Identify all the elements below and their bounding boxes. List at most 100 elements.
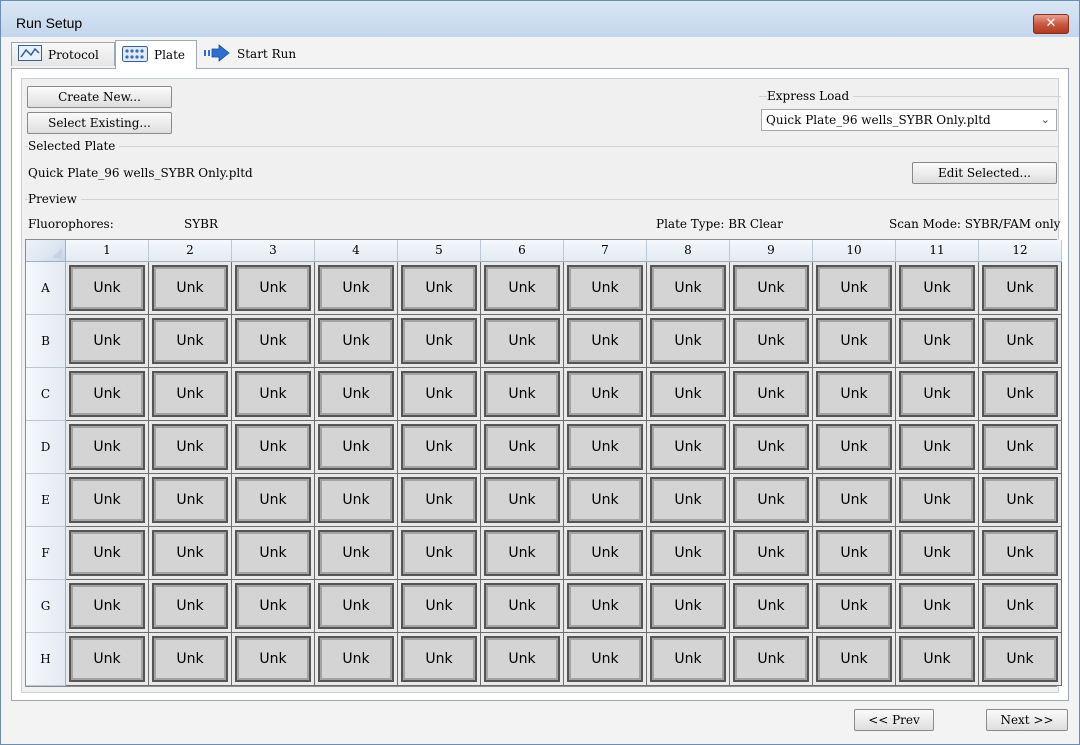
well-F4[interactable]: Unk xyxy=(315,527,398,580)
well-A8[interactable]: Unk xyxy=(647,262,730,315)
well-H4[interactable]: Unk xyxy=(315,633,398,686)
well-H10[interactable]: Unk xyxy=(813,633,896,686)
well-D1[interactable]: Unk xyxy=(66,421,149,474)
well-E6[interactable]: Unk xyxy=(481,474,564,527)
well-G10[interactable]: Unk xyxy=(813,580,896,633)
well-A2[interactable]: Unk xyxy=(149,262,232,315)
column-header-8[interactable]: 8 xyxy=(647,240,730,262)
column-header-7[interactable]: 7 xyxy=(564,240,647,262)
well-B6[interactable]: Unk xyxy=(481,315,564,368)
well-E2[interactable]: Unk xyxy=(149,474,232,527)
well-G3[interactable]: Unk xyxy=(232,580,315,633)
well-C12[interactable]: Unk xyxy=(979,368,1062,421)
well-E3[interactable]: Unk xyxy=(232,474,315,527)
well-F6[interactable]: Unk xyxy=(481,527,564,580)
well-B8[interactable]: Unk xyxy=(647,315,730,368)
tab-protocol[interactable]: Protocol xyxy=(11,42,115,66)
well-C4[interactable]: Unk xyxy=(315,368,398,421)
well-G5[interactable]: Unk xyxy=(398,580,481,633)
well-B1[interactable]: Unk xyxy=(66,315,149,368)
well-A11[interactable]: Unk xyxy=(896,262,979,315)
well-C7[interactable]: Unk xyxy=(564,368,647,421)
well-B12[interactable]: Unk xyxy=(979,315,1062,368)
well-C5[interactable]: Unk xyxy=(398,368,481,421)
well-F10[interactable]: Unk xyxy=(813,527,896,580)
column-header-10[interactable]: 10 xyxy=(813,240,896,262)
well-F2[interactable]: Unk xyxy=(149,527,232,580)
well-E4[interactable]: Unk xyxy=(315,474,398,527)
well-D11[interactable]: Unk xyxy=(896,421,979,474)
well-H3[interactable]: Unk xyxy=(232,633,315,686)
close-button[interactable]: ✕ xyxy=(1033,14,1069,34)
column-header-9[interactable]: 9 xyxy=(730,240,813,262)
well-E10[interactable]: Unk xyxy=(813,474,896,527)
well-C2[interactable]: Unk xyxy=(149,368,232,421)
next-button[interactable]: Next >> xyxy=(986,709,1068,731)
row-header-G[interactable]: G xyxy=(26,580,66,633)
well-A7[interactable]: Unk xyxy=(564,262,647,315)
well-B11[interactable]: Unk xyxy=(896,315,979,368)
row-header-E[interactable]: E xyxy=(26,474,66,527)
row-header-F[interactable]: F xyxy=(26,527,66,580)
tab-plate[interactable]: Plate xyxy=(115,40,197,69)
row-header-H[interactable]: H xyxy=(26,633,66,686)
well-B3[interactable]: Unk xyxy=(232,315,315,368)
well-B7[interactable]: Unk xyxy=(564,315,647,368)
plate-corner-select-all[interactable] xyxy=(26,240,66,262)
well-G4[interactable]: Unk xyxy=(315,580,398,633)
well-C10[interactable]: Unk xyxy=(813,368,896,421)
well-D10[interactable]: Unk xyxy=(813,421,896,474)
column-header-2[interactable]: 2 xyxy=(149,240,232,262)
edit-selected-button[interactable]: Edit Selected... xyxy=(912,162,1057,184)
well-F3[interactable]: Unk xyxy=(232,527,315,580)
well-A1[interactable]: Unk xyxy=(66,262,149,315)
well-H9[interactable]: Unk xyxy=(730,633,813,686)
well-D4[interactable]: Unk xyxy=(315,421,398,474)
well-F8[interactable]: Unk xyxy=(647,527,730,580)
well-A12[interactable]: Unk xyxy=(979,262,1062,315)
row-header-A[interactable]: A xyxy=(26,262,66,315)
well-D2[interactable]: Unk xyxy=(149,421,232,474)
well-H1[interactable]: Unk xyxy=(66,633,149,686)
tab-start-run[interactable]: Start Run xyxy=(197,42,311,66)
well-E11[interactable]: Unk xyxy=(896,474,979,527)
row-header-C[interactable]: C xyxy=(26,368,66,421)
column-header-3[interactable]: 3 xyxy=(232,240,315,262)
well-D12[interactable]: Unk xyxy=(979,421,1062,474)
well-G11[interactable]: Unk xyxy=(896,580,979,633)
create-new-button[interactable]: Create New... xyxy=(27,86,172,108)
well-D9[interactable]: Unk xyxy=(730,421,813,474)
well-D6[interactable]: Unk xyxy=(481,421,564,474)
well-B4[interactable]: Unk xyxy=(315,315,398,368)
column-header-5[interactable]: 5 xyxy=(398,240,481,262)
express-load-dropdown[interactable]: Quick Plate_96 wells_SYBR Only.pltd ⌄ xyxy=(761,109,1057,131)
column-header-4[interactable]: 4 xyxy=(315,240,398,262)
well-H11[interactable]: Unk xyxy=(896,633,979,686)
well-H8[interactable]: Unk xyxy=(647,633,730,686)
well-G1[interactable]: Unk xyxy=(66,580,149,633)
well-H5[interactable]: Unk xyxy=(398,633,481,686)
well-D7[interactable]: Unk xyxy=(564,421,647,474)
column-header-12[interactable]: 12 xyxy=(979,240,1062,262)
column-header-1[interactable]: 1 xyxy=(66,240,149,262)
well-E12[interactable]: Unk xyxy=(979,474,1062,527)
well-B2[interactable]: Unk xyxy=(149,315,232,368)
well-B10[interactable]: Unk xyxy=(813,315,896,368)
well-C11[interactable]: Unk xyxy=(896,368,979,421)
well-F1[interactable]: Unk xyxy=(66,527,149,580)
well-F7[interactable]: Unk xyxy=(564,527,647,580)
well-A10[interactable]: Unk xyxy=(813,262,896,315)
well-G2[interactable]: Unk xyxy=(149,580,232,633)
column-header-6[interactable]: 6 xyxy=(481,240,564,262)
well-F12[interactable]: Unk xyxy=(979,527,1062,580)
well-F9[interactable]: Unk xyxy=(730,527,813,580)
well-G9[interactable]: Unk xyxy=(730,580,813,633)
well-C8[interactable]: Unk xyxy=(647,368,730,421)
well-H6[interactable]: Unk xyxy=(481,633,564,686)
well-H12[interactable]: Unk xyxy=(979,633,1062,686)
well-B9[interactable]: Unk xyxy=(730,315,813,368)
well-B5[interactable]: Unk xyxy=(398,315,481,368)
well-A9[interactable]: Unk xyxy=(730,262,813,315)
well-G12[interactable]: Unk xyxy=(979,580,1062,633)
well-E7[interactable]: Unk xyxy=(564,474,647,527)
